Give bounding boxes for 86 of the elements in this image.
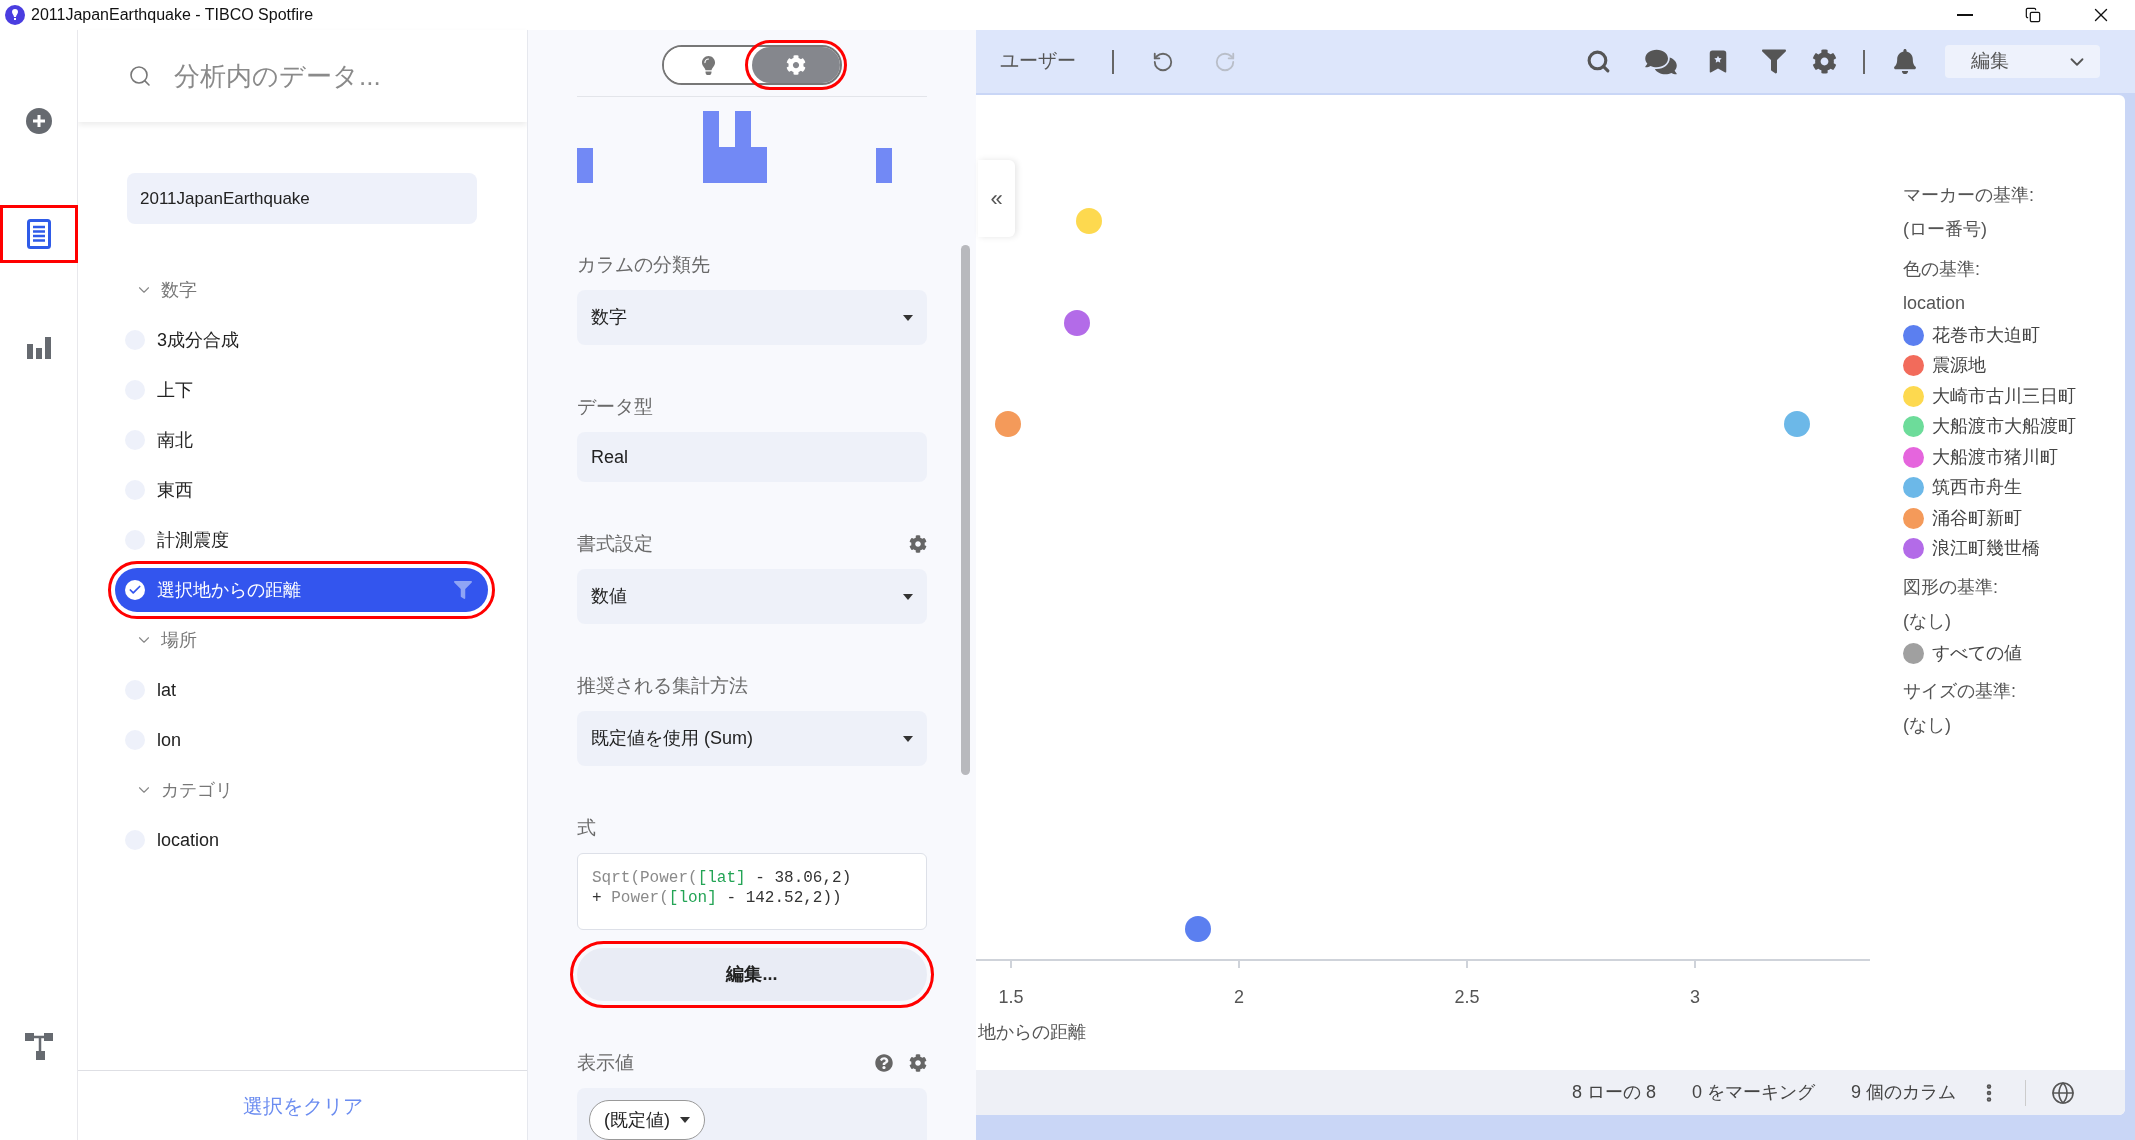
- bookmark-icon[interactable]: [1707, 49, 1729, 74]
- window-title: 2011JapanEarthquake - TIBCO Spotfire: [31, 5, 314, 25]
- column-item[interactable]: lon: [115, 718, 488, 762]
- search-field[interactable]: 分析内のデータ...: [128, 56, 508, 96]
- tick-label: 2.5: [1454, 987, 1480, 1007]
- legend-value: location: [1903, 291, 1967, 315]
- list-icon: [26, 219, 51, 249]
- settings-icon[interactable]: [909, 535, 927, 553]
- settings-icon[interactable]: [909, 1054, 927, 1072]
- column-item[interactable]: location: [115, 818, 488, 862]
- help-icon[interactable]: [875, 1054, 893, 1072]
- lightbulb-icon: [700, 55, 716, 75]
- data-point[interactable]: [1064, 310, 1090, 336]
- legend-label: 花巻市大迫町: [1932, 323, 2040, 347]
- legend-value: (なし): [1903, 714, 1952, 737]
- column-item[interactable]: lat: [115, 668, 488, 712]
- histogram-bar: [577, 148, 593, 183]
- tick-label: 1.5: [998, 987, 1024, 1007]
- section-label: 表示値: [577, 1050, 634, 1075]
- search-icon[interactable]: [1586, 49, 1611, 74]
- group-header[interactable]: 場所: [115, 615, 201, 665]
- legend-heading: サイズの基準:: [1903, 680, 2017, 703]
- restore-icon: [2025, 7, 2041, 23]
- filter-icon[interactable]: [1762, 49, 1786, 74]
- legend-heading: マーカーの基準:: [1903, 183, 2035, 207]
- data-type-field: Real: [577, 432, 927, 482]
- section-label: 書式設定: [577, 531, 653, 556]
- search-icon: [128, 64, 152, 88]
- status-text: 9 個のカラム: [1851, 1081, 1956, 1104]
- mode-dropdown[interactable]: 編集: [1945, 45, 2100, 78]
- legend-label: 震源地: [1932, 354, 1986, 378]
- collapse-button[interactable]: «: [978, 160, 1015, 237]
- undo-icon[interactable]: [1152, 50, 1174, 73]
- legend-label: 大船渡市大船渡町: [1932, 415, 2076, 439]
- legend-label: 浪江町幾世橋: [1932, 537, 2040, 561]
- globe-icon[interactable]: [2051, 1080, 2075, 1105]
- caret-icon: [903, 314, 913, 321]
- legend-label: 筑西市舟生: [1932, 476, 2022, 500]
- bar-chart-icon: [25, 335, 52, 359]
- legend-label: 涌谷町新町: [1932, 506, 2022, 530]
- caret-icon: [903, 735, 913, 742]
- settings-icon: [786, 55, 806, 75]
- app-logo-icon: [5, 5, 25, 25]
- legend-heading: 色の基準:: [1903, 257, 1981, 281]
- flow-diagram-icon: [23, 1031, 54, 1061]
- legend-value: (なし): [1903, 609, 1952, 633]
- group-header[interactable]: 数字: [115, 265, 201, 315]
- dropdown[interactable]: 数字: [577, 290, 927, 345]
- dropdown[interactable]: 数値: [577, 569, 927, 624]
- section-label: 推奨される集計方法: [577, 673, 748, 698]
- comments-icon[interactable]: [1643, 47, 1679, 76]
- dropdown[interactable]: 既定値を使用 (Sum): [577, 711, 927, 766]
- status-text: 0 をマーキング: [1691, 1081, 1815, 1104]
- settings-icon[interactable]: [1812, 49, 1837, 74]
- axis-title: 地からの距離: [978, 1022, 1086, 1042]
- section-label: データ型: [577, 394, 653, 419]
- notifications-icon[interactable]: [1893, 49, 1917, 74]
- formula-box: Sqrt(Power([lat] - 38.06,2) + Power([lon] - 142.52,2)): [577, 853, 927, 930]
- column-item[interactable]: 南北: [115, 418, 488, 462]
- caret-icon: [680, 1117, 690, 1123]
- user-menu[interactable]: ユーザー: [1000, 47, 1076, 76]
- status-text: 8 ローの 8: [1571, 1081, 1656, 1104]
- column-item[interactable]: 計測震度: [115, 518, 488, 562]
- legend-value: (ロー番号): [1903, 217, 1988, 241]
- minimize-icon: [1957, 14, 1973, 16]
- caret-icon: [903, 593, 913, 600]
- dataset-label[interactable]: 2011JapanEarthquake: [127, 173, 477, 224]
- legend-label: 大崎市古川三日町: [1932, 384, 2076, 408]
- column-item[interactable]: 3成分合成: [115, 318, 488, 362]
- data-point[interactable]: [1185, 916, 1211, 942]
- scrollbar[interactable]: [961, 245, 970, 775]
- histogram-bar: [876, 148, 892, 183]
- section-label: 式: [577, 815, 596, 840]
- tick-label: 2: [1234, 987, 1244, 1007]
- column-item[interactable]: 東西: [115, 468, 488, 512]
- legend-heading: 図形の基準:: [1903, 575, 1999, 599]
- sidebar-button[interactable]: [0, 205, 78, 263]
- value-chip[interactable]: (既定値): [589, 1100, 705, 1140]
- plus-circle-icon: [24, 107, 53, 135]
- column-item[interactable]: 上下: [115, 368, 488, 412]
- legend-label: すべての値: [1932, 641, 2022, 665]
- section-label: カラムの分類先: [577, 252, 710, 277]
- filter-icon: [454, 581, 472, 599]
- tick-label: 3: [1690, 987, 1700, 1007]
- group-header[interactable]: カテゴリ: [115, 765, 237, 815]
- legend-label: 大船渡市猪川町: [1932, 445, 2058, 469]
